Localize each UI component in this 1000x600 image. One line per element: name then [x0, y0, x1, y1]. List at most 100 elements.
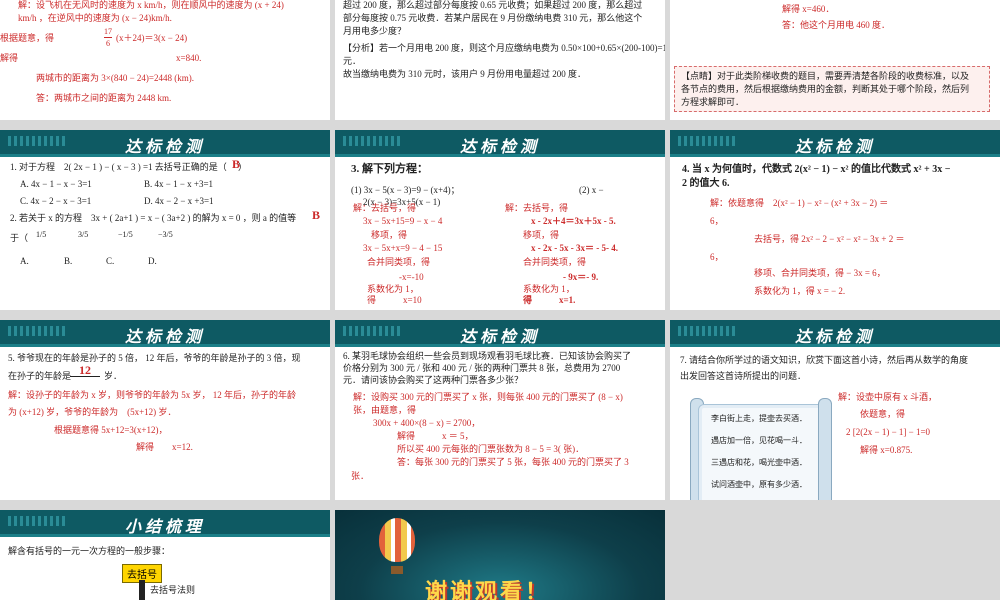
- slide-banner: 达标检测: [670, 320, 1000, 347]
- banner-title: 小结梳理: [124, 517, 205, 536]
- slide-summary[interactable]: 小结梳理 解含有括号的一元一次方程的一般步骤： 去括号 去括号法则: [0, 510, 330, 600]
- solution-line: 依题意，得: [860, 409, 906, 419]
- banner-title: 达标检测: [459, 137, 540, 156]
- solution-line: x - 2x＋4＝3x＋5x - 5.: [531, 216, 616, 226]
- text-line: 两城市的距离为 3×(840 − 24)=2448 (km).: [36, 73, 194, 83]
- solution-line: 所以买 400 元每张的门票张数为 8 − 5 = 3( 张)．: [397, 444, 585, 454]
- question-6-cont: 元．请问该协会购买了这两种门票各多少张？: [343, 375, 524, 385]
- slide-quiz-5[interactable]: 达标检测 5. 爷爷现在的年龄是孙子的 5 倍， 12 年后，爷爷的年龄是孙子的…: [0, 320, 330, 500]
- solution-line: 300x + 400×(8 − x) = 2700，: [373, 418, 481, 428]
- slide-quiz-6[interactable]: 达标检测 6. 某羽毛球协会组织一些会员到现场观看羽毛球比赛．已知该协会购买了 …: [335, 320, 665, 500]
- solution-line: 得 x=10: [367, 295, 422, 305]
- text-line: km/h ，在逆风中的速度为 (x − 24)km/h.: [18, 13, 172, 23]
- banner-title: 达标检测: [459, 327, 540, 346]
- scroll-roll-right: [818, 398, 832, 500]
- question-7-cont: 出发回答这首诗所提出的问题．: [680, 371, 807, 381]
- slide-quiz-7[interactable]: 达标检测 7. 请结合你所学过的语文知识，欣赏下面这首小诗，然后再从数学的角度 …: [670, 320, 1000, 500]
- option-label: A.: [20, 256, 29, 266]
- solution-line: 解得 x=0.875.: [860, 445, 913, 455]
- text-line: 答：他这个月用电 460 度．: [782, 20, 891, 30]
- question-2-cont: 于（: [10, 233, 29, 243]
- question-3-title: 3. 解下列方程：: [351, 163, 428, 175]
- solution-line: 解：设壶中原有 x 斗酒，: [838, 392, 938, 402]
- poem-line: 李白街上走，提壶去买酒．: [711, 414, 807, 423]
- poem-scroll: 李白街上走，提壶去买酒． 遇店加一倍，见花喝一斗． 三遇店和花，喝光壶中酒． 试…: [698, 404, 824, 500]
- analysis-line: 故当缴纳电费为 310 元时，该用户 9 月份用电量超过 200 度．: [343, 69, 587, 79]
- text-line: 解得 x=460．: [782, 4, 835, 14]
- fraction-option: −3/5: [158, 230, 173, 239]
- solution-line: 解：依题意得 2(x² − 1) − x² − (x² + 3x − 2) ＝: [710, 198, 889, 208]
- solution-line: 6，: [710, 252, 724, 262]
- banner-title: 达标检测: [794, 137, 875, 156]
- solution-line: - 9x＝- 9.: [563, 272, 599, 282]
- slide-quiz-3[interactable]: 达标检测 3. 解下列方程： (1) 3x − 5(x − 3)=9 − (x+…: [335, 130, 665, 310]
- solution-line: 3x − 5x+15=9 − x − 4: [363, 216, 443, 226]
- slide-banner: 达标检测: [335, 320, 665, 347]
- banner-title: 达标检测: [124, 137, 205, 156]
- solution-line: 答：每张 300 元的门票买了 5 张，每张 400 元的门票买了 3: [397, 457, 629, 467]
- solution-line: 移项，得: [371, 230, 408, 240]
- question-5: 5. 爷爷现在的年龄是孙子的 5 倍， 12 年后，爷爷的年龄是孙子的 3 倍，…: [8, 353, 301, 363]
- banner-title: 达标检测: [124, 327, 205, 346]
- text-line: 解：设飞机在无风时的速度为 x km/h，则在顺风中的速度为 (x + 24): [18, 0, 284, 10]
- solution-line: 解：去括号，得: [505, 203, 569, 213]
- tip-line: 方程求解即可．: [681, 97, 745, 107]
- answer-mark: B: [232, 157, 241, 171]
- poem-line: 试问酒壶中，原有多少酒．: [711, 480, 807, 489]
- tip-line: 【点睛】对于此类阶梯收费的题目，需要弄清楚各阶段的收费标准，以及: [681, 71, 970, 81]
- solution-line: 解：设孙子的年龄为 x 岁，则爷爷的年龄为 5x 岁， 12 年后，孙子的年龄: [8, 390, 297, 400]
- question-2: 2. 若关于 x 的方程 3x + ( 2a+1 ) = x − ( 3a+2 …: [10, 213, 297, 223]
- solution-line: -x=-10: [399, 272, 424, 282]
- text-line: 超过 200 度，那么超过部分每度按 0.65 元收费；如果超过 200 度，那…: [343, 0, 643, 10]
- slide-banner: 达标检测: [0, 320, 330, 347]
- answer-blank: 12: [70, 364, 100, 377]
- solution-line: 移项、合并同类项，得 − 3x = 6，: [754, 268, 886, 278]
- text-line: 解得: [0, 53, 19, 63]
- slide-quiz-1-2[interactable]: 达标检测 1. 对于方程 2( 2x − 1 ) − ( x − 3 ) =1 …: [0, 130, 330, 310]
- slide-electricity-answer[interactable]: 解得 x=460． 答：他这个月用电 460 度． 【点睛】对于此类阶梯收费的题…: [670, 0, 1000, 120]
- option-b: B. 4x − 1 − x +3=1: [144, 179, 214, 189]
- text-line: 根据题意，得: [0, 33, 55, 43]
- summary-intro: 解含有括号的一元一次方程的一般步骤：: [8, 546, 171, 556]
- solution-line: 合并同类项，得: [367, 257, 431, 267]
- slide-flight-solution[interactable]: 解：设飞机在无风时的速度为 x km/h，则在顺风中的速度为 (x + 24) …: [0, 0, 330, 120]
- solution-line: 解：设购买 300 元的门票买了 x 张，则每张 400 元的门票买了 (8 −…: [353, 392, 623, 402]
- solution-line: 3x − 5x+x=9 − 4 − 15: [363, 243, 443, 253]
- solution-line: 合并同类项，得: [523, 257, 587, 267]
- solution-line: 张．: [351, 471, 370, 481]
- text-line: 答：两城市之间的距离为 2448 km.: [36, 93, 172, 103]
- question-5-cont: 在孙子的年龄是: [8, 371, 72, 381]
- solution-line: 得 x=1.: [523, 295, 576, 305]
- equation-1: (1) 3x − 5(x − 3)=9 − (x+4)；: [351, 185, 460, 195]
- analysis-line: 【分析】若一个月用电 200 度，则这个月应缴纳电费为 0.50×100+0.6…: [343, 43, 665, 53]
- option-a: A. 4x − 1 − x − 3=1: [20, 179, 92, 189]
- solution-line: 解得 x ＝ 5，: [397, 431, 474, 441]
- slide-banner: 达标检测: [670, 130, 1000, 157]
- solution-line: 张，由题意，得: [353, 405, 417, 415]
- slide-quiz-4[interactable]: 达标检测 4. 当 x 为何值时，代数式 2(x² − 1) − x² 的值比代…: [670, 130, 1000, 310]
- solution-line: 根据题意得 5x+12=3(x+12)，: [54, 425, 168, 435]
- solution-line: 系数化为 1，得 x = − 2.: [754, 286, 846, 296]
- slide-thanks[interactable]: 谢谢观看！: [335, 510, 665, 600]
- solution-line: 解：去括号，得: [353, 203, 417, 213]
- poem-line: 遇店加一倍，见花喝一斗．: [711, 436, 807, 445]
- tip-box: 【点睛】对于此类阶梯收费的题目，需要弄清楚各阶段的收费标准，以及 各节点的费用，…: [674, 66, 990, 112]
- fraction-option: 1/5: [36, 230, 47, 239]
- slide-electricity-question[interactable]: 超过 200 度，那么超过部分每度按 0.65 元收费；如果超过 200 度，那…: [335, 0, 665, 120]
- solution-line: 2 [2(2x − 1) − 1] − 1=0: [846, 427, 931, 437]
- question-6: 6. 某羽毛球协会组织一些会员到现场观看羽毛球比赛．已知该协会购买了: [343, 351, 632, 361]
- question-5-end: 岁．: [104, 371, 123, 381]
- flow-arrow: [139, 580, 145, 600]
- solution-line: 6，: [710, 216, 724, 226]
- slide-banner: 达标检测: [0, 130, 330, 157]
- option-label: D.: [148, 256, 157, 266]
- solution-line: 解得 x=12.: [136, 442, 193, 452]
- option-d: D. 4x − 2 − x +3=1: [144, 196, 214, 206]
- solution-line: x - 2x - 5x - 3x＝ - 5- 4.: [531, 243, 618, 253]
- question-4-cont: 2 的值大 6.: [682, 178, 730, 189]
- fraction-numerator: 17: [104, 27, 112, 38]
- banner-title: 达标检测: [794, 327, 875, 346]
- option-label: B.: [64, 256, 73, 266]
- text-line: (x＋24)＝3(x − 24): [116, 33, 188, 43]
- question-1: 1. 对于方程 2( 2x − 1 ) − ( x − 3 ) =1 去括号正确…: [10, 162, 248, 172]
